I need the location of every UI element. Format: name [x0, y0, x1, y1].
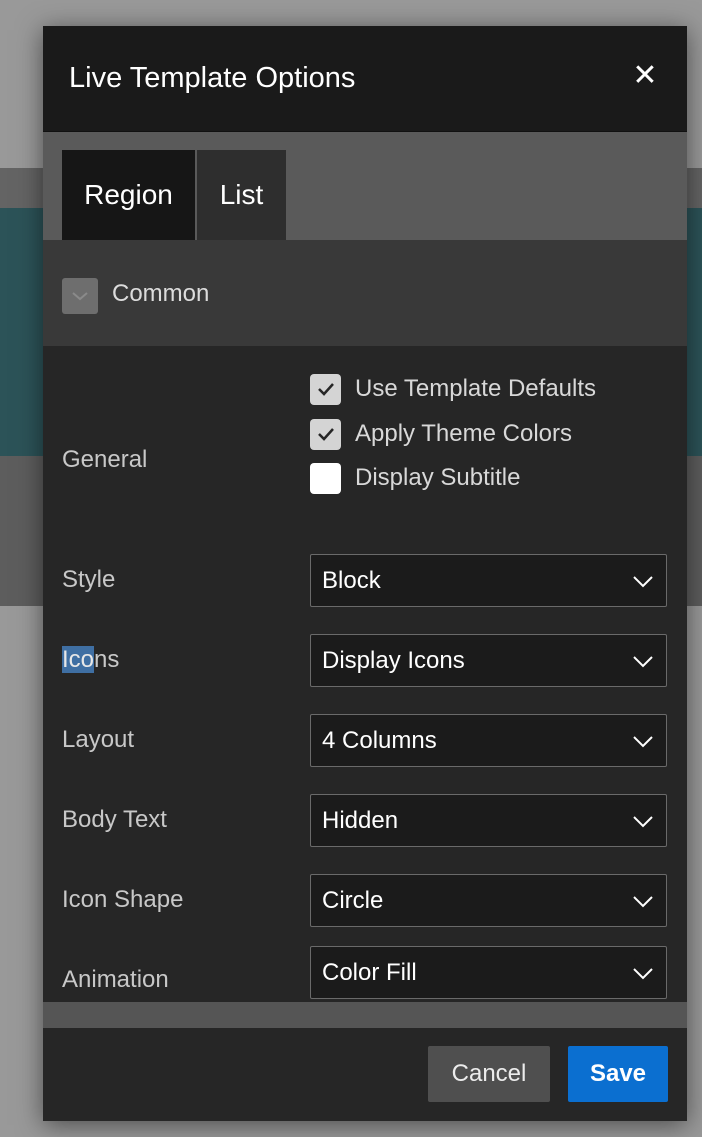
select-value: Block	[322, 566, 381, 594]
dialog-titlebar: Live Template Options ✕	[43, 26, 687, 132]
icons-select[interactable]: Display Icons	[310, 634, 667, 687]
chevron-down-icon	[633, 968, 653, 980]
body-text-label: Body Text	[62, 806, 167, 833]
body-text-select[interactable]: Hidden	[310, 794, 667, 847]
chevron-down-icon	[633, 736, 653, 748]
checkbox[interactable]	[310, 418, 341, 450]
selected-text-highlight: Ico	[62, 646, 95, 673]
icon-shape-label: Icon Shape	[62, 886, 184, 913]
chevron-down-icon	[633, 816, 653, 828]
icon-shape-select[interactable]: Circle	[310, 874, 667, 927]
section-label: Common	[112, 280, 210, 307]
checkbox-label: Apply Theme Colors	[355, 420, 572, 447]
checkbox-display-subtitle[interactable]: Display Subtitle	[310, 462, 520, 494]
animation-label: Animation	[62, 966, 169, 993]
live-template-options-dialog: Live Template Options ✕ Region List Comm…	[43, 26, 687, 1121]
checkbox[interactable]	[310, 462, 341, 494]
style-select[interactable]: Block	[310, 554, 667, 607]
select-value: Display Icons	[322, 646, 465, 674]
checkbox[interactable]	[310, 373, 341, 405]
tab-region[interactable]: Region	[62, 150, 195, 240]
tab-bar: Region List	[43, 132, 687, 240]
layout-select[interactable]: 4 Columns	[310, 714, 667, 767]
chevron-down-icon	[633, 656, 653, 668]
checkbox-use-template-defaults[interactable]: Use Template Defaults	[310, 373, 596, 405]
checkbox-label: Use Template Defaults	[355, 375, 597, 402]
cancel-button[interactable]: Cancel	[428, 1046, 550, 1102]
label-text: ns	[94, 646, 120, 673]
icons-label: Icons	[62, 646, 119, 674]
checkmark-icon	[317, 428, 334, 441]
chevron-down-icon	[633, 576, 653, 588]
dialog-footer: Cancel Save	[43, 1028, 687, 1121]
layout-label: Layout	[62, 726, 135, 753]
checkmark-icon	[317, 383, 334, 396]
general-label: General	[62, 446, 148, 473]
style-label: Style	[62, 566, 116, 593]
select-value: 4 Columns	[322, 726, 437, 754]
animation-select[interactable]: Color Fill	[310, 946, 667, 999]
save-button[interactable]: Save	[568, 1046, 668, 1102]
close-button[interactable]: ✕	[625, 56, 665, 96]
tab-list[interactable]: List	[197, 150, 286, 240]
checkbox-label: Display Subtitle	[355, 464, 521, 491]
section-divider	[43, 1002, 687, 1028]
form-body: General Use Template Defaults Apply Them…	[43, 346, 687, 1002]
select-value: Circle	[322, 886, 384, 914]
section-header-common[interactable]: Common	[43, 240, 687, 346]
select-value: Color Fill	[322, 958, 417, 986]
close-icon: ✕	[632, 59, 658, 92]
chevron-down-icon	[72, 292, 88, 301]
select-value: Hidden	[322, 806, 399, 834]
collapse-toggle[interactable]	[62, 278, 98, 314]
dialog-title: Live Template Options	[69, 62, 356, 94]
checkbox-apply-theme-colors[interactable]: Apply Theme Colors	[310, 418, 572, 450]
chevron-down-icon	[633, 896, 653, 908]
